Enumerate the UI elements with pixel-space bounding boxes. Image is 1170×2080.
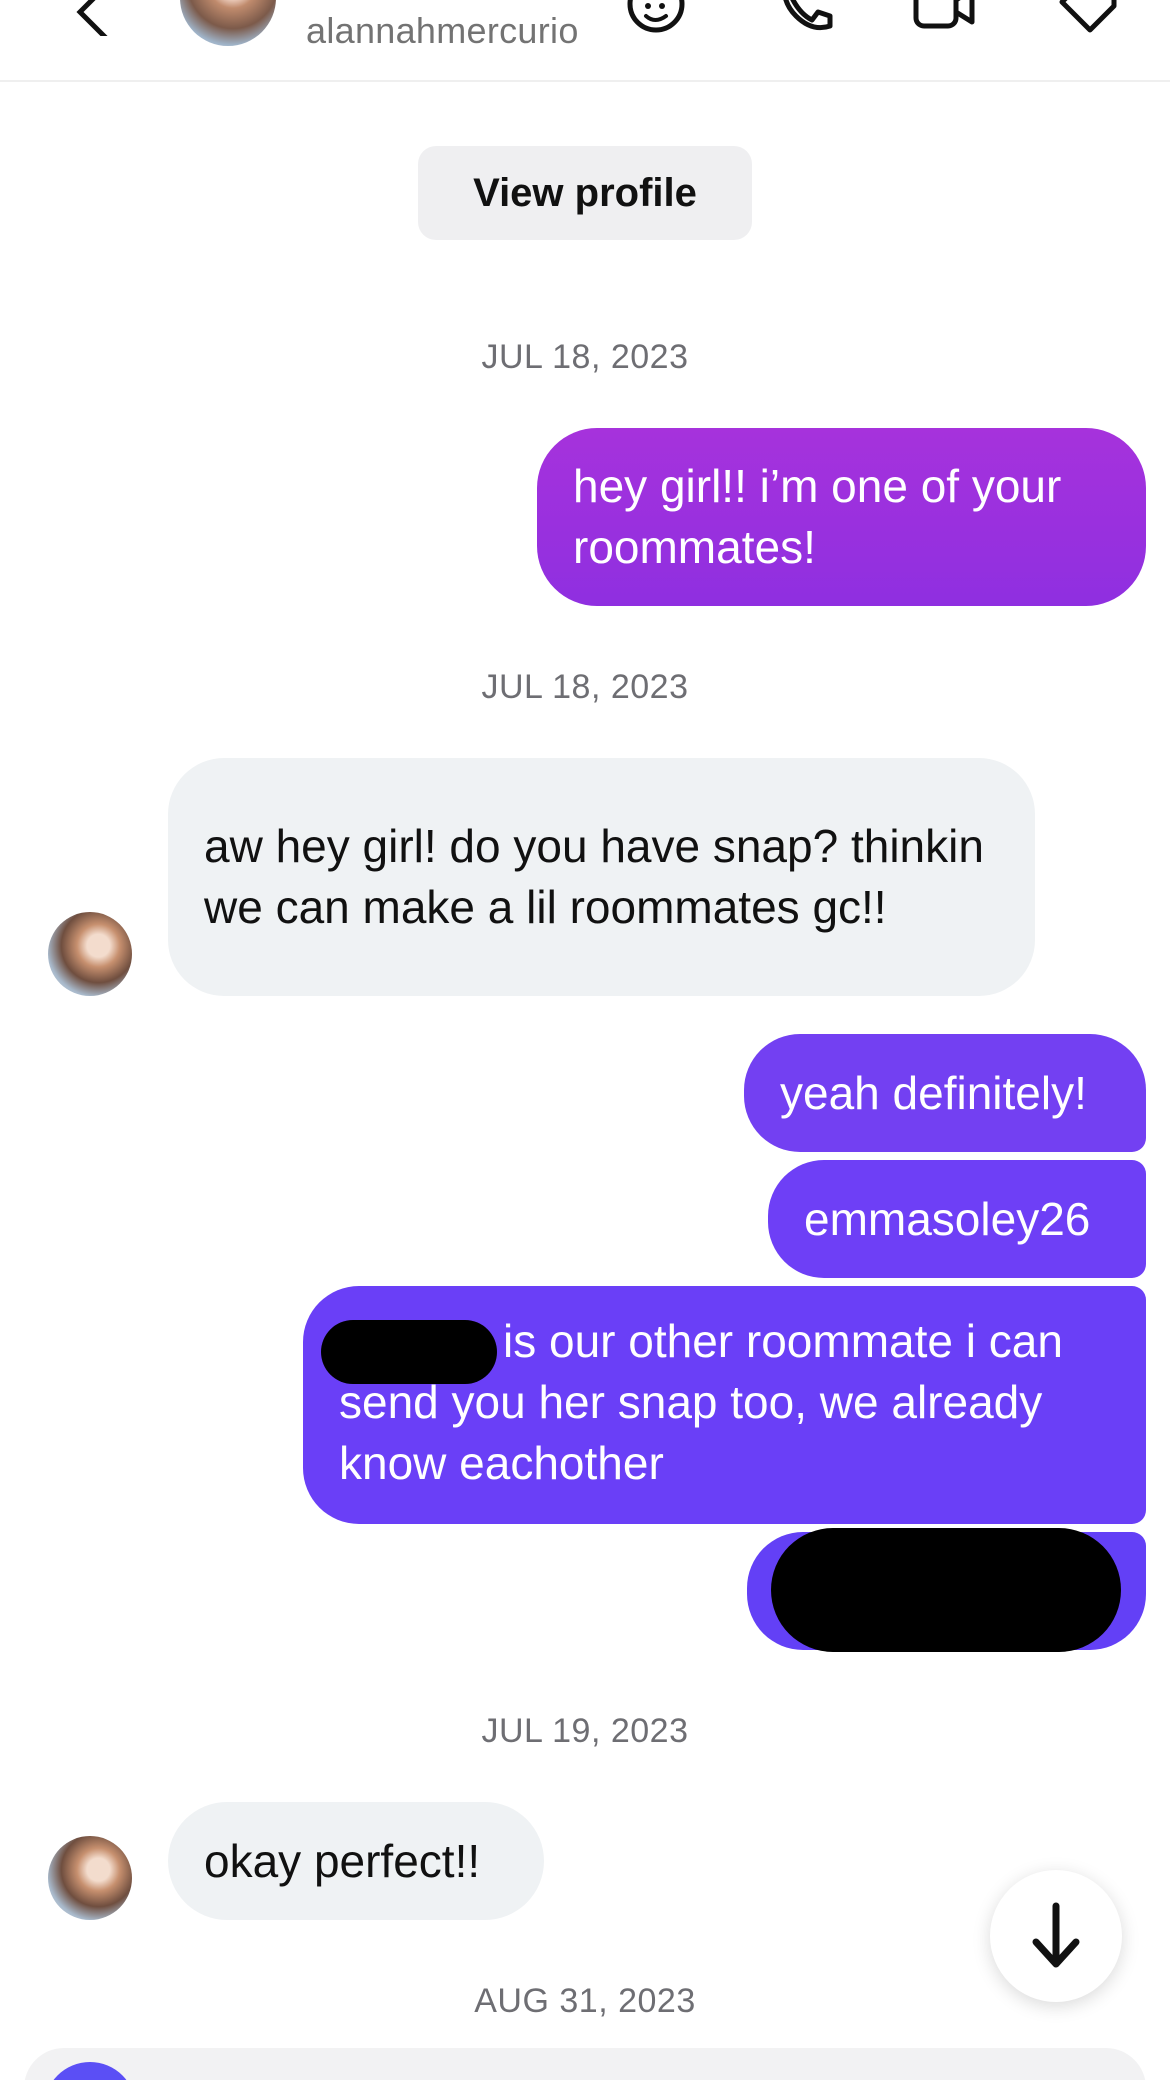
sent-message-bubble[interactable] xyxy=(747,1528,1146,1652)
sender-avatar[interactable] xyxy=(48,1836,132,1920)
arrow-down-icon xyxy=(1032,1902,1080,1968)
back-arrow-icon[interactable] xyxy=(70,0,126,36)
date-separator: JUL 18, 2023 xyxy=(481,338,689,376)
message-text: emmasoley26 xyxy=(804,1192,1091,1245)
redacted-content xyxy=(771,1528,1121,1652)
message-text: yeah definitely! xyxy=(780,1066,1087,1119)
date-separator: AUG 31, 2023 xyxy=(474,1982,696,2020)
date-separator: JUL 18, 2023 xyxy=(481,668,689,706)
sent-message-bubble[interactable]: is our other roommate i can send you her… xyxy=(303,1286,1146,1524)
emoji-icon[interactable] xyxy=(624,0,688,36)
date-separator: JUL 19, 2023 xyxy=(481,1712,689,1750)
received-message-bubble[interactable]: okay perfect!! xyxy=(168,1802,544,1920)
video-camera-icon[interactable] xyxy=(912,0,976,36)
message-composer[interactable] xyxy=(24,2048,1146,2080)
sender-avatar[interactable] xyxy=(48,912,132,996)
header-avatar[interactable] xyxy=(180,0,276,46)
view-profile-button[interactable]: View profile xyxy=(418,146,752,240)
sent-message-bubble[interactable]: hey girl!! i’m one of your roommates! xyxy=(537,428,1146,606)
message-text: aw hey girl! do you have snap? thinkin w… xyxy=(204,820,984,933)
header-username[interactable]: alannahmercurio xyxy=(306,10,579,52)
chat-header: alannahmercurio xyxy=(0,0,1170,82)
message-text: okay perfect!! xyxy=(204,1834,481,1887)
message-text: hey girl!! i’m one of your roommates! xyxy=(573,460,1062,573)
tag-icon[interactable] xyxy=(1056,0,1120,36)
phone-icon[interactable] xyxy=(772,0,836,36)
sent-message-bubble[interactable]: yeah definitely! xyxy=(744,1034,1146,1152)
sent-message-bubble[interactable]: emmasoley26 xyxy=(768,1160,1146,1278)
redacted-name xyxy=(321,1320,497,1384)
received-message-bubble[interactable]: aw hey girl! do you have snap? thinkin w… xyxy=(168,758,1035,996)
